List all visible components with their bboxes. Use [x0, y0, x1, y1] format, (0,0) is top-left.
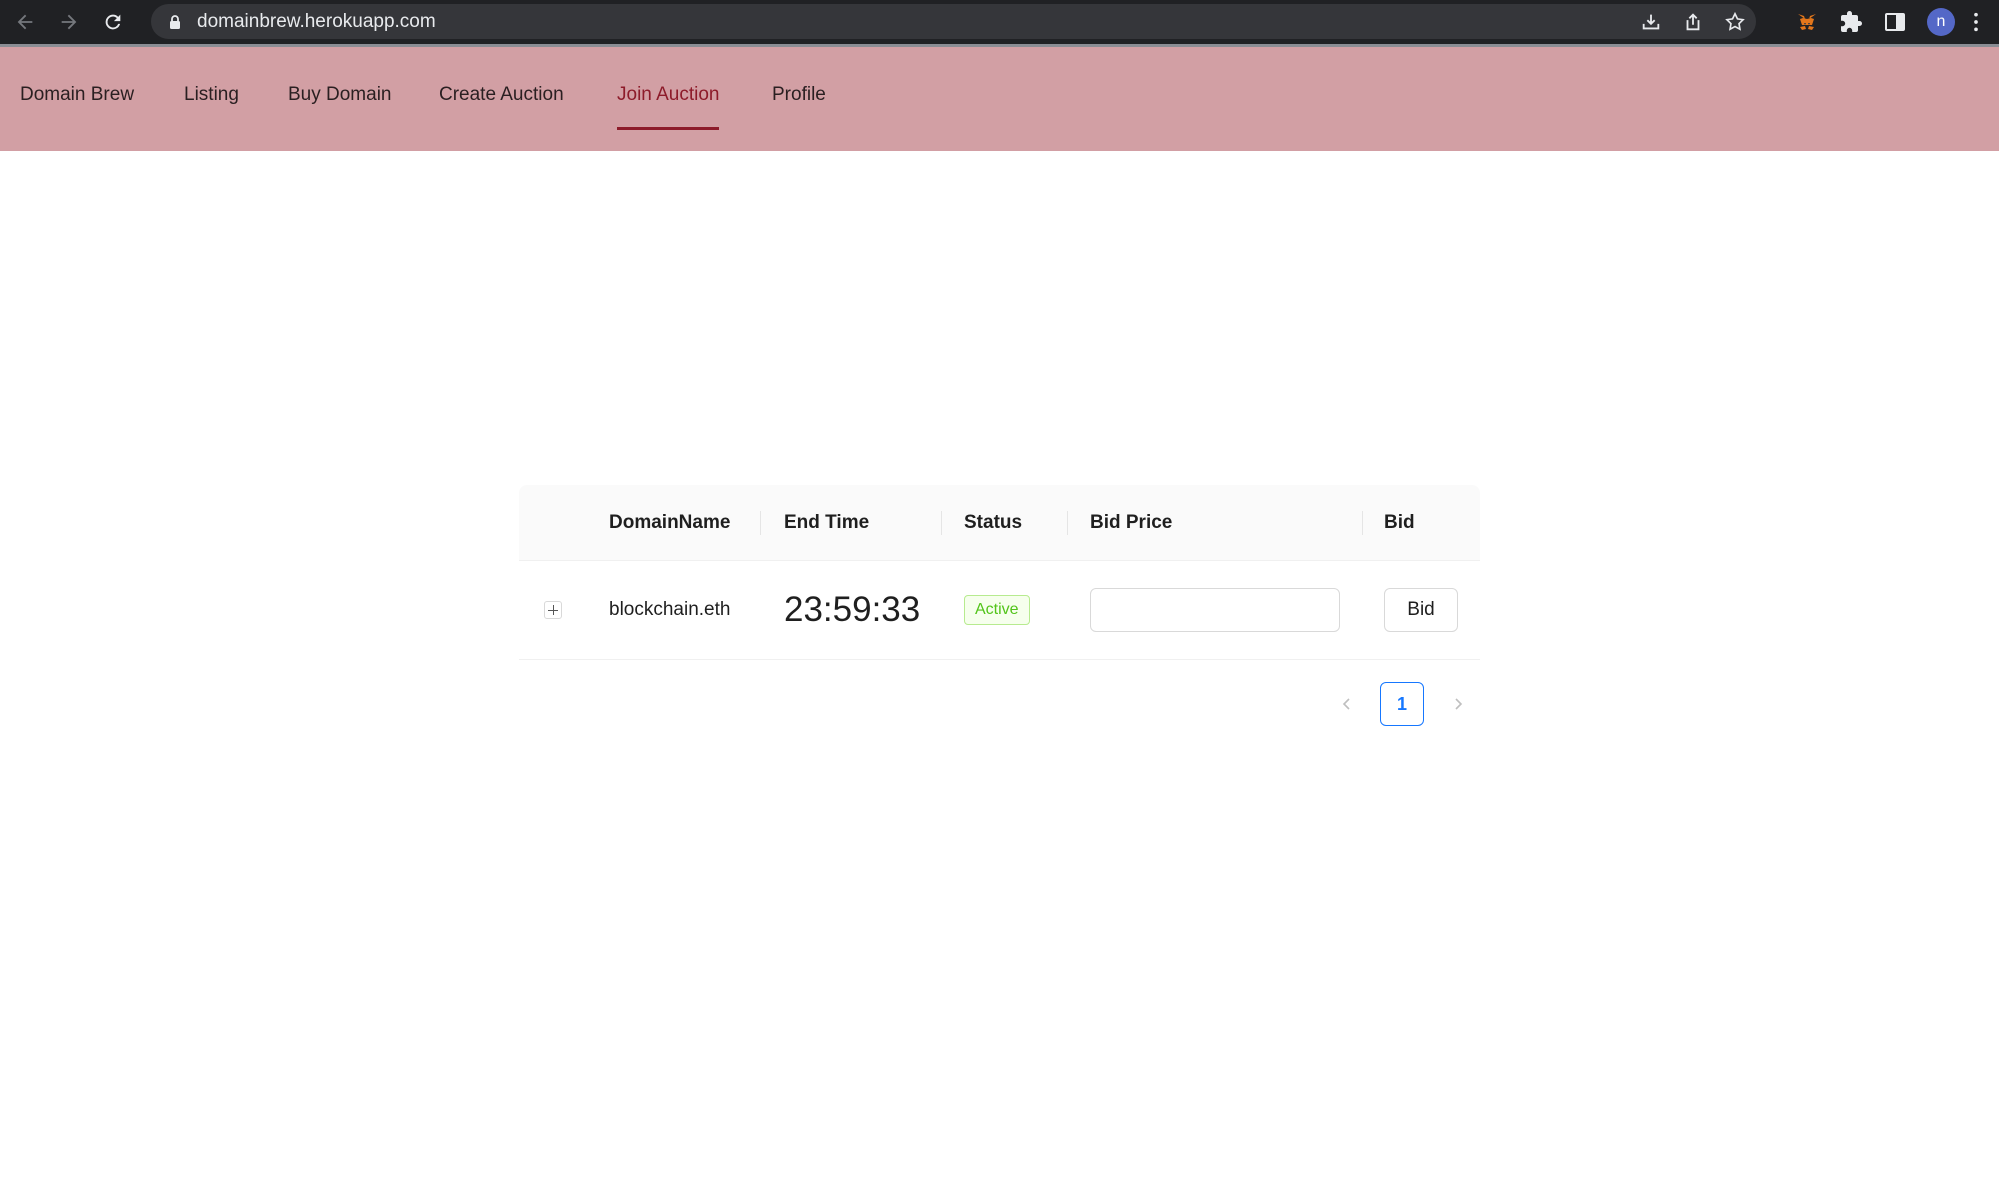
column-divider [760, 511, 761, 535]
auction-table: DomainName End Time Status Bid Price Bid… [519, 485, 1480, 660]
bid-price-input[interactable] [1090, 588, 1340, 632]
chevron-right-icon [1455, 698, 1463, 710]
column-header-domain-name: DomainName [609, 512, 731, 533]
expand-row-button[interactable] [544, 601, 562, 619]
column-divider [1067, 511, 1068, 535]
side-panel-button[interactable] [1882, 9, 1908, 35]
kebab-menu-icon [1974, 12, 1978, 32]
column-divider [941, 511, 942, 535]
pagination-page-1[interactable]: 1 [1380, 682, 1424, 726]
end-time-countdown: 23:59:33 [784, 590, 921, 629]
side-panel-icon [1885, 13, 1905, 31]
metamask-fox-icon [1798, 14, 1816, 30]
install-icon[interactable] [1640, 11, 1662, 33]
forward-arrow-icon [61, 14, 77, 30]
nav-item-join-auction[interactable]: Join Auction [617, 47, 720, 151]
metamask-extension[interactable] [1794, 9, 1820, 35]
pagination-next-button[interactable] [1438, 682, 1478, 726]
lock-icon [170, 14, 180, 29]
nav-item-create-auction[interactable]: Create Auction [439, 47, 564, 151]
nav-item-domain-brew[interactable]: Domain Brew [20, 47, 134, 151]
extensions-button[interactable] [1838, 9, 1864, 35]
address-bar[interactable]: domainbrew.herokuapp.com [151, 4, 1756, 39]
forward-button[interactable] [52, 5, 86, 39]
nav-item-listing[interactable]: Listing [184, 47, 239, 151]
nav-item-profile[interactable]: Profile [772, 47, 826, 151]
column-header-bid-price: Bid Price [1090, 512, 1173, 533]
back-arrow-icon [17, 14, 33, 30]
column-header-status: Status [964, 512, 1023, 533]
column-divider [1362, 511, 1363, 535]
reload-icon [105, 14, 121, 30]
puzzle-icon [1841, 11, 1862, 32]
table-header: DomainName End Time Status Bid Price Bid [519, 485, 1480, 561]
nav-item-buy-domain[interactable]: Buy Domain [288, 47, 392, 151]
app-navbar: Domain Brew Listing Buy Domain Create Au… [0, 44, 1999, 151]
browser-menu-button[interactable] [1965, 9, 1987, 35]
reload-button[interactable] [96, 5, 130, 39]
status-badge: Active [964, 595, 1030, 625]
column-header-end-time: End Time [784, 512, 870, 533]
url-text: domainbrew.herokuapp.com [197, 10, 436, 32]
star-icon[interactable] [1724, 11, 1746, 33]
browser-toolbar: domainbrew.herokuapp.com n [0, 0, 1999, 44]
domain-name-cell: blockchain.eth [609, 599, 731, 620]
back-button[interactable] [8, 5, 42, 39]
column-header-bid: Bid [1384, 512, 1415, 533]
pagination-prev-button[interactable] [1327, 682, 1367, 726]
table-row: blockchain.eth 23:59:33 Active Bid [519, 561, 1480, 660]
share-icon[interactable] [1682, 11, 1704, 33]
profile-avatar[interactable]: n [1927, 8, 1955, 36]
bid-button[interactable]: Bid [1384, 588, 1458, 632]
chevron-left-icon [1342, 698, 1350, 710]
